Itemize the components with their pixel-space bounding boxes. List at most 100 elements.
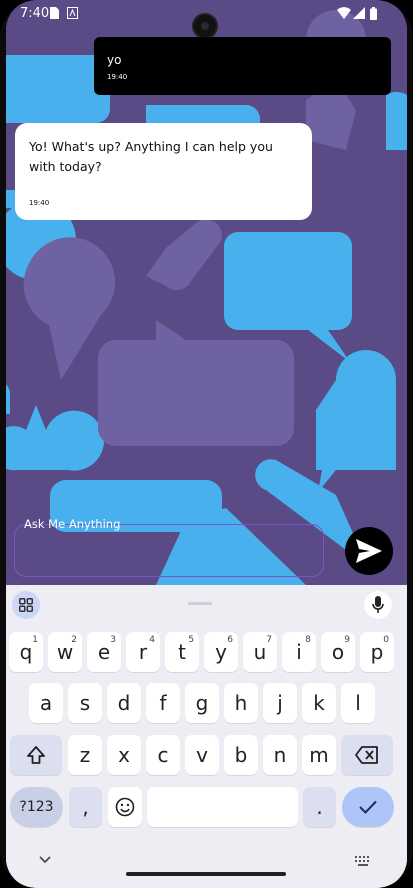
apps-grid-button[interactable] [12, 591, 40, 619]
signal-icon [353, 7, 365, 23]
key-k[interactable]: k [302, 683, 336, 723]
key-label: b [234, 743, 248, 767]
key-label: a [39, 691, 53, 715]
key-b[interactable]: b [224, 735, 258, 775]
on-screen-keyboard: q1 w2 e3 r4 t5 y6 u7 i8 o9 p0 a s d f g … [6, 585, 407, 888]
key-l[interactable]: l [341, 683, 375, 723]
backspace-icon [355, 746, 378, 764]
key-label: t [178, 640, 186, 664]
key-a[interactable]: a [29, 683, 63, 723]
shift-key[interactable] [10, 735, 62, 775]
key-label: e [97, 640, 111, 664]
key-y[interactable]: y6 [204, 632, 238, 672]
key-label: z [79, 743, 91, 767]
comma-key[interactable]: , [69, 787, 102, 827]
key-label: h [234, 691, 248, 715]
send-button[interactable] [345, 527, 393, 575]
key-label: s [79, 691, 91, 715]
key-g[interactable]: g [185, 683, 219, 723]
key-label: f [159, 691, 167, 715]
message-input[interactable] [14, 524, 324, 577]
screen: 7:40 yo 19:40 Yo! What's up? Anything I [6, 0, 407, 888]
key-label: k [313, 691, 325, 715]
send-icon [356, 539, 382, 563]
message-text: Yo! What's up? Anything I can help you w… [29, 139, 273, 174]
key-label: i [296, 640, 302, 664]
shift-icon [27, 746, 45, 764]
key-m[interactable]: m [302, 735, 336, 775]
key-label: p [370, 640, 384, 664]
key-r[interactable]: r4 [126, 632, 160, 672]
key-hint: 0 [383, 635, 389, 645]
keyboard-switch-icon[interactable] [354, 855, 372, 867]
key-o[interactable]: o9 [321, 632, 355, 672]
key-label: r [138, 640, 148, 664]
keyboard-drag-handle[interactable] [188, 602, 212, 605]
key-hint: 2 [71, 635, 77, 645]
voice-input-button[interactable] [364, 591, 392, 619]
message-time: 19:40 [107, 73, 128, 81]
system-navigation-bar [6, 846, 407, 888]
key-e[interactable]: e3 [87, 632, 121, 672]
apps-grid-icon [19, 598, 33, 612]
key-label: o [331, 640, 345, 664]
key-label: y [215, 640, 227, 664]
backspace-key[interactable] [341, 735, 393, 775]
front-camera [192, 13, 218, 39]
user-message-bubble: yo 19:40 [94, 37, 391, 95]
phone-frame: 7:40 yo 19:40 Yo! What's up? Anything I [0, 0, 413, 888]
chevron-down-icon[interactable] [39, 856, 51, 864]
assistant-message-bubble: Yo! What's up? Anything I can help you w… [15, 123, 312, 220]
key-j[interactable]: j [263, 683, 297, 723]
key-p[interactable]: p0 [360, 632, 394, 672]
key-label: l [355, 691, 361, 715]
key-w[interactable]: w2 [48, 632, 82, 672]
key-hint: 3 [110, 635, 116, 645]
key-label: u [253, 640, 267, 664]
key-d[interactable]: d [107, 683, 141, 723]
key-h[interactable]: h [224, 683, 258, 723]
message-time: 19:40 [29, 199, 50, 207]
key-label: c [157, 743, 169, 767]
key-c[interactable]: c [146, 735, 180, 775]
key-label: x [118, 743, 130, 767]
message-input-label: Ask Me Anything [24, 517, 121, 531]
key-hint: 4 [149, 635, 155, 645]
key-q[interactable]: q1 [9, 632, 43, 672]
notification-icon [67, 7, 78, 23]
check-icon [359, 800, 377, 814]
key-u[interactable]: u7 [243, 632, 277, 672]
key-s[interactable]: s [68, 683, 102, 723]
battery-icon [370, 7, 377, 24]
symbols-key[interactable]: ?123 [10, 787, 63, 827]
key-n[interactable]: n [263, 735, 297, 775]
key-label: g [195, 691, 209, 715]
key-z[interactable]: z [68, 735, 102, 775]
key-v[interactable]: v [185, 735, 219, 775]
key-label: n [273, 743, 287, 767]
key-hint: 1 [32, 635, 38, 645]
key-t[interactable]: t5 [165, 632, 199, 672]
sim-card-icon [50, 7, 59, 23]
key-label: j [277, 691, 283, 715]
key-label: m [309, 743, 329, 767]
key-hint: 5 [188, 635, 194, 645]
period-key[interactable]: . [303, 787, 336, 827]
emoji-key[interactable] [108, 787, 142, 827]
key-label: d [117, 691, 131, 715]
enter-key[interactable] [342, 787, 394, 827]
key-hint: 9 [344, 635, 350, 645]
key-x[interactable]: x [107, 735, 141, 775]
key-i[interactable]: i8 [282, 632, 316, 672]
space-key[interactable] [147, 787, 298, 827]
key-label: ?123 [19, 799, 54, 815]
key-f[interactable]: f [146, 683, 180, 723]
emoji-icon [115, 797, 135, 817]
home-gesture-bar[interactable] [126, 872, 286, 876]
key-hint: 8 [305, 635, 311, 645]
key-label: v [196, 743, 208, 767]
key-label: , [82, 795, 89, 819]
key-hint: 6 [227, 635, 233, 645]
wifi-icon [337, 7, 351, 23]
key-label: q [19, 640, 33, 664]
